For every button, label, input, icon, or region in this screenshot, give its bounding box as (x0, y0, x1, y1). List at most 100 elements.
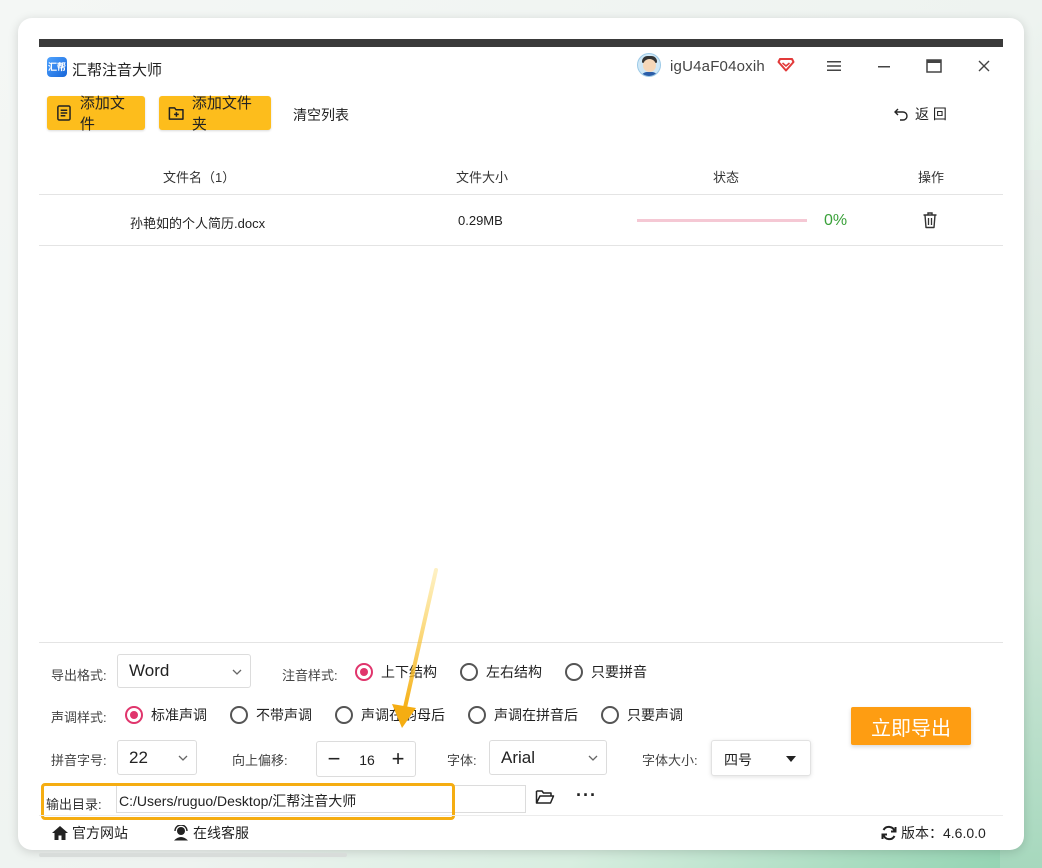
horizontal-scrollbar[interactable] (39, 853, 347, 857)
vip-diamond-icon[interactable] (777, 55, 795, 73)
version-info[interactable]: 版本：4.6.0.0 (881, 823, 986, 843)
username[interactable]: igU4aF04oxih (670, 58, 765, 75)
radio-label: 标准声调 (151, 707, 207, 723)
export-now-button[interactable]: 立即导出 (851, 707, 971, 745)
back-arrow-icon (894, 108, 908, 121)
table-row[interactable]: 孙艳如的个人简历.docx 0.29MB 0% (39, 196, 1003, 246)
settings-panel: 导出格式: Word 注音样式: 上下结构 左右结构 只要拼音 声调样式: 标准… (39, 642, 1003, 841)
radio-dot (601, 706, 619, 724)
chevron-down-icon (232, 669, 242, 675)
add-file-icon (57, 105, 71, 121)
export-format-value: Word (129, 661, 170, 680)
dropdown-triangle-icon (786, 756, 796, 762)
progress-bar (637, 219, 807, 222)
radio-label: 只要声调 (627, 707, 683, 723)
radio-annotation-top-bottom[interactable]: 上下结构 (355, 662, 437, 682)
font-size-value: 四号 (724, 752, 752, 768)
stepper-plus-button[interactable]: + (385, 745, 411, 773)
file-name: 孙艳如的个人简历.docx (130, 216, 266, 231)
home-icon (52, 826, 68, 840)
radio-annotation-left-right[interactable]: 左右结构 (460, 662, 542, 682)
back-button[interactable]: 返 回 (894, 104, 947, 124)
toolbar: 添加文件 添加文件夹 清空列表 返 回 (39, 94, 1003, 133)
pinyin-size-value: 22 (129, 747, 148, 767)
output-dir-row: C:/Users/ruguo/Desktop/汇帮注音大师 输出目录: ··· (39, 783, 1003, 820)
folder-open-icon[interactable] (535, 788, 555, 806)
title-bar: 汇帮 汇帮注音大师 igU4aF04oxih (39, 47, 1003, 91)
official-site-link[interactable]: 官方网站 (51, 823, 128, 843)
radio-dot (565, 663, 583, 681)
file-list-empty-area (39, 247, 1003, 642)
output-dir-label: 输出目录: (46, 797, 102, 812)
window-content: 汇帮 汇帮注音大师 igU4aF04oxih 添加文件 添加文件夹 清空列表 返… (39, 39, 1003, 841)
refresh-icon (881, 825, 897, 841)
font-value: Arial (501, 747, 536, 767)
app-logo-icon: 汇帮 (47, 57, 67, 77)
radio-tone-after-pinyin[interactable]: 声调在拼音后 (468, 705, 578, 725)
offset-value[interactable]: 16 (353, 752, 381, 768)
offset-stepper[interactable]: − 16 + (316, 741, 416, 777)
delete-trash-icon[interactable] (922, 211, 938, 229)
radio-label: 声调在拼音后 (494, 707, 578, 723)
radio-dot (230, 706, 248, 724)
chevron-down-icon (178, 755, 188, 761)
radio-annotation-pinyin-only[interactable]: 只要拼音 (565, 662, 647, 682)
radio-dot (355, 663, 373, 681)
maximize-icon[interactable] (923, 55, 945, 77)
pinyin-size-label: 拼音字号: (51, 753, 107, 768)
app-window: 汇帮 汇帮注音大师 igU4aF04oxih 添加文件 添加文件夹 清空列表 返… (18, 18, 1024, 850)
menu-icon[interactable] (823, 55, 845, 77)
offset-label: 向上偏移: (232, 753, 288, 768)
radio-tone-only[interactable]: 只要声调 (601, 705, 683, 725)
window-top-strip (39, 39, 1003, 47)
version-label: 版本：4.6.0.0 (901, 825, 986, 841)
add-folder-icon (168, 107, 184, 120)
font-label: 字体: (447, 753, 477, 768)
user-avatar[interactable] (637, 53, 661, 77)
online-service-link[interactable]: 在线客服 (172, 823, 249, 843)
export-format-label: 导出格式: (51, 668, 107, 683)
add-file-label: 添加文件 (79, 95, 125, 133)
annotation-style-label: 注音样式: (282, 668, 338, 683)
customer-service-icon (174, 825, 188, 841)
radio-label: 上下结构 (381, 664, 437, 680)
radio-label: 左右结构 (486, 664, 542, 680)
close-icon[interactable] (973, 55, 995, 77)
column-action: 操作 (918, 170, 945, 185)
more-options-icon[interactable]: ··· (576, 785, 597, 806)
radio-dot (335, 706, 353, 724)
radio-tone-none[interactable]: 不带声调 (230, 705, 312, 725)
export-format-select[interactable]: Word (117, 654, 251, 688)
add-file-button[interactable]: 添加文件 (47, 95, 145, 133)
progress-percent: 0% (824, 212, 848, 229)
radio-tone-after-final[interactable]: 声调在韵母后 (335, 705, 445, 725)
radio-dot (460, 663, 478, 681)
font-size-dropdown[interactable]: 四号 (711, 740, 811, 776)
online-service-label: 在线客服 (193, 825, 249, 841)
file-size: 0.29MB (458, 213, 503, 228)
pinyin-size-select[interactable]: 22 (117, 740, 197, 775)
official-site-label: 官方网站 (72, 825, 128, 841)
file-table-header: 文件名（1） 文件大小 状态 操作 (39, 143, 1003, 195)
radio-tone-standard[interactable]: 标准声调 (125, 705, 207, 725)
radio-label: 声调在韵母后 (361, 707, 445, 723)
radio-dot (468, 706, 486, 724)
clear-list-button[interactable]: 清空列表 (293, 105, 349, 125)
chevron-down-icon (588, 755, 598, 761)
font-select[interactable]: Arial (489, 740, 607, 775)
app-title: 汇帮注音大师 (72, 62, 163, 79)
column-status: 状态 (713, 170, 740, 185)
stepper-minus-button[interactable]: − (321, 745, 347, 773)
add-folder-label: 添加文件夹 (191, 95, 252, 133)
radio-label: 只要拼音 (591, 664, 647, 680)
add-folder-button[interactable]: 添加文件夹 (159, 95, 271, 133)
column-filename: 文件名（1） (163, 170, 236, 185)
back-label: 返 回 (915, 106, 947, 122)
radio-dot (125, 706, 143, 724)
radio-label: 不带声调 (256, 707, 312, 723)
minimize-icon[interactable] (873, 55, 895, 77)
footer: 官方网站 在线客服 版本：4.6.0.0 (39, 815, 1003, 845)
font-size-label: 字体大小: (642, 753, 698, 768)
column-filesize: 文件大小 (456, 170, 509, 185)
tone-style-label: 声调样式: (51, 710, 107, 725)
